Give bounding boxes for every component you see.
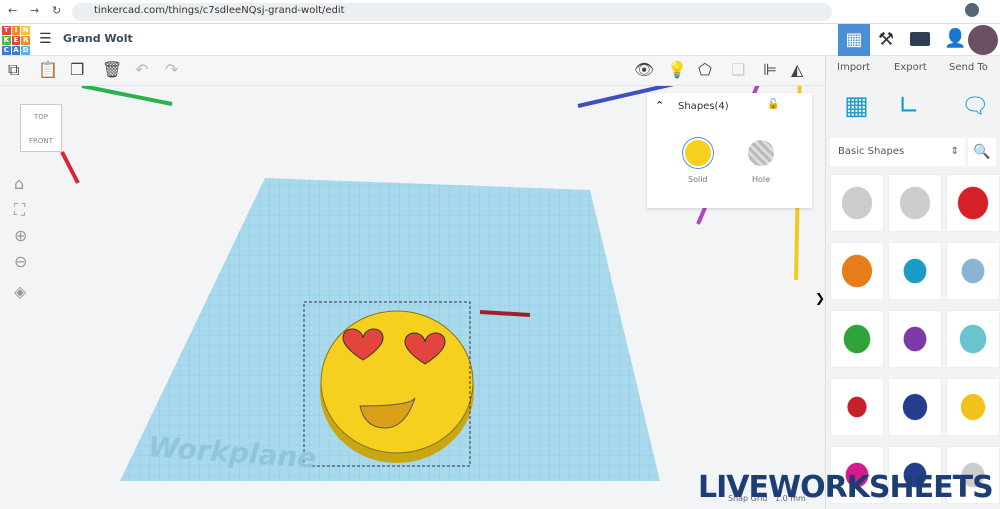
- note-icon[interactable]: 🗨: [961, 94, 989, 119]
- add-user-icon[interactable]: 👤: [944, 28, 966, 49]
- forward-icon[interactable]: →: [30, 4, 39, 17]
- import-button[interactable]: Import: [837, 62, 870, 73]
- shape-text[interactable]: [830, 378, 884, 436]
- paste-icon[interactable]: 📋: [38, 60, 58, 79]
- hole-label: Hole: [752, 175, 771, 184]
- address-bar[interactable]: tinkercad.com/things/c7sdleeNQsj-grand-w…: [72, 3, 832, 21]
- group-icon[interactable]: ⬠: [698, 60, 712, 79]
- search-button[interactable]: 🔍: [968, 138, 996, 166]
- 3d-view-button[interactable]: ▦: [838, 24, 870, 56]
- fit-view-icon[interactable]: ⛶: [14, 200, 25, 220]
- profile-avatar[interactable]: [965, 3, 979, 17]
- copy-icon[interactable]: ⧉: [8, 60, 19, 80]
- undo-icon[interactable]: ↶: [135, 60, 148, 79]
- shape-round-roof[interactable]: [946, 310, 1000, 368]
- category-select[interactable]: Basic Shapes ⇕: [830, 138, 965, 166]
- ungroup-icon[interactable]: ❏: [731, 60, 745, 79]
- design-list-icon[interactable]: ☰: [39, 31, 52, 47]
- delete-icon[interactable]: 🗑: [102, 60, 122, 79]
- shape-grid: [830, 174, 1000, 504]
- shape-cylinder[interactable]: [830, 242, 884, 300]
- user-avatar[interactable]: [968, 25, 998, 55]
- shapes-library-panel: ▦ ∟ 🗨 Basic Shapes ⇕ 🔍: [825, 56, 1000, 509]
- shape-box-hole[interactable]: [830, 174, 884, 232]
- shape-cone[interactable]: [888, 310, 942, 368]
- lock-icon[interactable]: 🔓: [767, 99, 779, 110]
- zoom-in-icon[interactable]: ⊕: [14, 226, 27, 245]
- inspector-title: Shapes(4): [678, 101, 729, 112]
- shape-inspector: ⌃ Shapes(4) 🔓 Solid Hole: [647, 93, 812, 208]
- tinkercad-logo[interactable]: TIN KER CAD: [2, 26, 30, 55]
- liveworksheets-watermark: LIVEWORKSHEETS: [698, 470, 994, 505]
- shape-cylinder-hole[interactable]: [888, 174, 942, 232]
- notes-icon[interactable]: 👁: [634, 60, 654, 79]
- align-icon[interactable]: ⊫: [763, 60, 777, 79]
- ruler-icon[interactable]: ∟: [898, 91, 920, 121]
- collapse-panel-icon[interactable]: ❯: [815, 291, 825, 305]
- design-title[interactable]: Grand Wolt: [63, 32, 133, 45]
- collapse-icon[interactable]: ⌃: [655, 99, 664, 112]
- shape-scribble[interactable]: [946, 242, 1000, 300]
- solid-label: Solid: [688, 175, 708, 184]
- zoom-out-icon[interactable]: ⊖: [14, 252, 27, 271]
- shape-roof[interactable]: [830, 310, 884, 368]
- codeblocks-icon[interactable]: ⚒: [878, 29, 894, 50]
- view-cube[interactable]: TOP FRONT: [20, 104, 62, 152]
- home-view-icon[interactable]: ⌂: [14, 174, 24, 193]
- perspective-icon[interactable]: ◈: [14, 282, 26, 301]
- reload-icon[interactable]: ↻: [52, 4, 61, 17]
- redo-icon[interactable]: ↷: [165, 60, 178, 79]
- shape-pyramid[interactable]: [946, 378, 1000, 436]
- hole-button[interactable]: [748, 140, 774, 166]
- solid-color-button[interactable]: [683, 138, 713, 168]
- duplicate-icon[interactable]: ❐: [70, 60, 84, 79]
- browser-bar: ← → ↻ tinkercad.com/things/c7sdleeNQsj-g…: [0, 0, 1000, 24]
- emoji-face: [320, 310, 474, 454]
- light-icon[interactable]: 💡: [667, 60, 687, 79]
- workplane-tool-icon[interactable]: ▦: [844, 91, 869, 121]
- shape-sphere[interactable]: [888, 242, 942, 300]
- shape-polygon[interactable]: [888, 378, 942, 436]
- mirror-icon[interactable]: ◭: [791, 60, 803, 79]
- shape-box[interactable]: [946, 174, 1000, 232]
- back-icon[interactable]: ←: [8, 4, 17, 17]
- export-button[interactable]: Export: [894, 62, 927, 73]
- bricks-icon[interactable]: [910, 32, 930, 46]
- send-to-button[interactable]: Send To: [949, 62, 988, 73]
